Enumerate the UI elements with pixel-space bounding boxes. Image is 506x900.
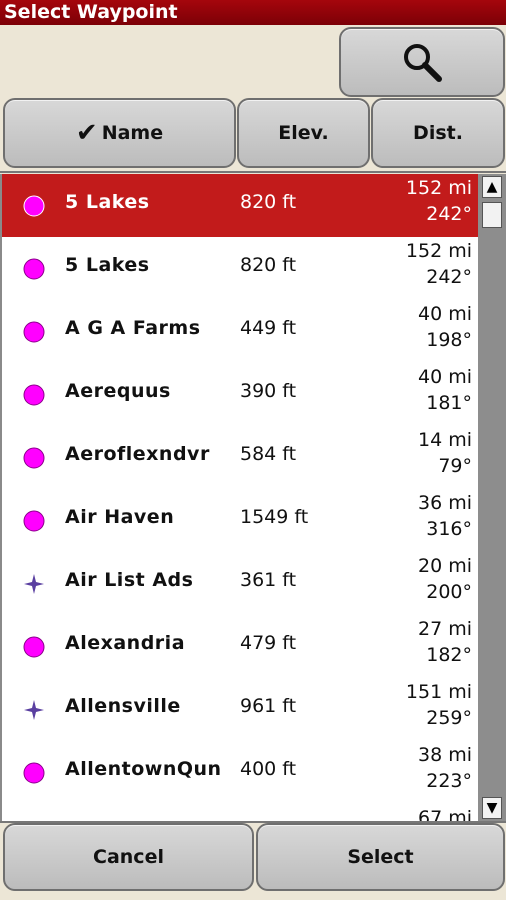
airport-marker-icon: [23, 510, 45, 532]
airport-marker-icon: [23, 384, 45, 406]
waypoint-name: A G A Farms: [65, 317, 201, 339]
waypoint-row[interactable]: A G A Farms 449 ft 40 mi 198°: [2, 300, 478, 363]
waypoint-bearing: 200°: [426, 581, 472, 603]
waypoint-distance: 36 mi: [417, 492, 472, 514]
waypoint-distance: 14 mi: [417, 429, 472, 451]
waypoint-elevation: 479 ft: [240, 632, 297, 654]
navaid-star-icon: [24, 700, 44, 720]
search-icon: [404, 44, 442, 82]
waypoint-bearing: 316°: [426, 518, 472, 540]
tab-sort-elevation-label: Elev.: [278, 122, 329, 144]
waypoint-row[interactable]: 5 Lakes 820 ft 152 mi 242°: [2, 174, 478, 237]
waypoint-name: Air List Ads: [65, 569, 194, 591]
waypoint-name: 5 Lakes: [65, 254, 150, 276]
waypoint-elevation: 820 ft: [240, 191, 297, 213]
navaid-star-icon: [24, 574, 44, 594]
cancel-button[interactable]: Cancel: [3, 823, 254, 891]
waypoint-name: Air Haven: [65, 506, 175, 528]
waypoint-row[interactable]: 5 Lakes 820 ft 152 mi 242°: [2, 237, 478, 300]
waypoint-row[interactable]: Allensville 961 ft 151 mi 259°: [2, 678, 478, 741]
waypoint-distance: 40 mi: [417, 366, 472, 388]
waypoint-elevation: 820 ft: [240, 254, 297, 276]
waypoint-elevation: 390 ft: [240, 380, 297, 402]
waypoint-bearing: 182°: [426, 644, 472, 666]
waypoint-name: Aerequus: [65, 380, 171, 402]
waypoint-elevation: 1549 ft: [240, 506, 309, 528]
waypoint-row[interactable]: AllentownQun 400 ft 38 mi 223°: [2, 741, 478, 804]
waypoint-row[interactable]: Air List Ads 361 ft 20 mi 200°: [2, 552, 478, 615]
waypoint-bearing: 259°: [426, 707, 472, 729]
waypoint-distance: 20 mi: [417, 555, 472, 577]
waypoint-name: Alexandria: [65, 632, 186, 654]
scroll-up-button[interactable]: ▲: [482, 176, 502, 198]
checkmark-icon: ✔: [75, 118, 98, 148]
tab-sort-distance[interactable]: Dist.: [371, 98, 505, 168]
window-title: Select Waypoint: [0, 0, 506, 25]
list-top-divider: [0, 171, 506, 173]
waypoint-row[interactable]: Aeroflexndvr 584 ft 14 mi 79°: [2, 426, 478, 489]
waypoint-row[interactable]: Air Haven 1549 ft 36 mi 316°: [2, 489, 478, 552]
waypoint-name: Allensville: [65, 695, 181, 717]
waypoint-row[interactable]: 67 mi: [2, 804, 478, 822]
waypoint-bearing: 242°: [426, 203, 472, 225]
waypoint-elevation: 400 ft: [240, 758, 297, 780]
waypoint-distance: 38 mi: [417, 744, 472, 766]
waypoint-row[interactable]: Aerequus 390 ft 40 mi 181°: [2, 363, 478, 426]
waypoint-elevation: 584 ft: [240, 443, 297, 465]
waypoint-distance: 151 mi: [405, 681, 472, 703]
search-button[interactable]: [339, 27, 505, 97]
tab-sort-name-label: Name: [101, 122, 164, 144]
airport-marker-icon: [23, 447, 45, 469]
scrollbar-track[interactable]: [478, 174, 506, 822]
airport-marker-icon: [23, 321, 45, 343]
airport-marker-icon: [23, 636, 45, 658]
waypoint-list[interactable]: 5 Lakes 820 ft 152 mi 242° 5 Lakes 820 ft 152 …: [0, 174, 478, 822]
waypoint-name: 5 Lakes: [65, 191, 150, 213]
waypoint-bearing: 181°: [426, 392, 472, 414]
waypoint-distance: 40 mi: [417, 303, 472, 325]
waypoint-elevation: 361 ft: [240, 569, 297, 591]
waypoint-bearing: 242°: [426, 266, 472, 288]
waypoint-distance: 152 mi: [405, 240, 472, 262]
waypoint-bearing: 223°: [426, 770, 472, 792]
waypoint-bearing: 79°: [438, 455, 472, 477]
waypoint-elevation: 961 ft: [240, 695, 297, 717]
waypoint-row[interactable]: Alexandria 479 ft 27 mi 182°: [2, 615, 478, 678]
scrollbar-thumb[interactable]: [482, 202, 502, 228]
airport-marker-icon: [23, 258, 45, 280]
scroll-down-button[interactable]: ▼: [482, 797, 502, 819]
airport-marker-icon: [23, 762, 45, 784]
tab-sort-name[interactable]: ✔ Name: [3, 98, 236, 168]
tab-sort-elevation[interactable]: Elev.: [237, 98, 370, 168]
tab-sort-distance-label: Dist.: [413, 122, 463, 144]
select-button[interactable]: Select: [256, 823, 505, 891]
waypoint-distance: 67 mi: [417, 807, 472, 822]
waypoint-bearing: 198°: [426, 329, 472, 351]
waypoint-elevation: 449 ft: [240, 317, 297, 339]
waypoint-name: Aeroflexndvr: [65, 443, 210, 465]
waypoint-name: AllentownQun: [65, 758, 222, 780]
waypoint-distance: 27 mi: [417, 618, 472, 640]
airport-marker-icon: [23, 195, 45, 217]
waypoint-distance: 152 mi: [405, 177, 472, 199]
